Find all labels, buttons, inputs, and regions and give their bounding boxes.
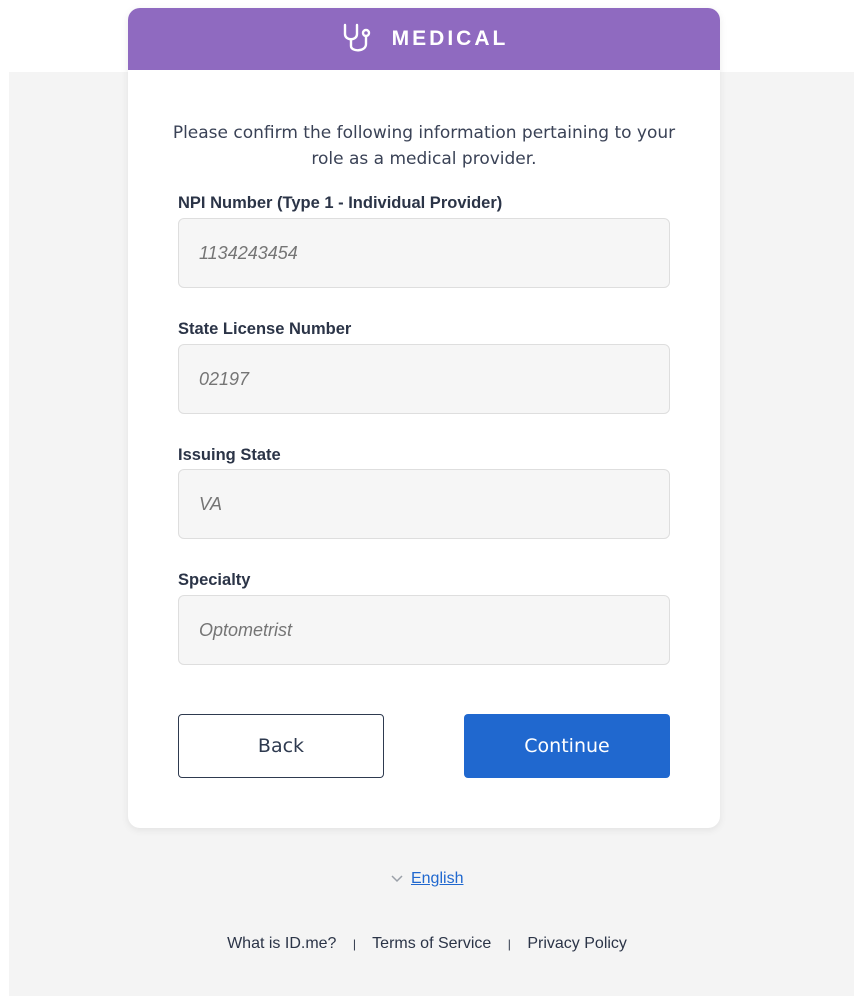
- what-is-idme-link[interactable]: What is ID.me?: [227, 935, 336, 952]
- chevron-down-icon: [391, 872, 403, 886]
- state-license-label: State License Number: [178, 320, 352, 338]
- specialty-input[interactable]: [178, 595, 670, 665]
- card-header: MEDICAL: [128, 8, 720, 70]
- npi-number-input[interactable]: [178, 218, 670, 288]
- privacy-policy-link[interactable]: Privacy Policy: [527, 935, 627, 952]
- specialty-label: Specialty: [178, 571, 251, 589]
- footer-links: What is ID.me? | Terms of Service | Priv…: [0, 935, 854, 953]
- issuing-state-input[interactable]: [178, 469, 670, 539]
- back-button[interactable]: Back: [178, 714, 384, 778]
- state-license-input[interactable]: [178, 344, 670, 414]
- language-link[interactable]: English: [411, 870, 463, 887]
- verification-card: MEDICAL Please confirm the following inf…: [128, 8, 720, 828]
- header-title: MEDICAL: [391, 27, 509, 50]
- issuing-state-label: Issuing State: [178, 446, 281, 464]
- intro-text: Please confirm the following information…: [172, 123, 676, 169]
- language-selector[interactable]: English: [0, 870, 854, 888]
- continue-button[interactable]: Continue: [464, 714, 670, 778]
- stethoscope-icon: [340, 22, 374, 56]
- footer-separator: |: [507, 937, 511, 951]
- footer-separator: |: [352, 937, 357, 951]
- npi-number-label: NPI Number (Type 1 - Individual Provider…: [178, 194, 503, 212]
- terms-of-service-link[interactable]: Terms of Service: [372, 935, 491, 952]
